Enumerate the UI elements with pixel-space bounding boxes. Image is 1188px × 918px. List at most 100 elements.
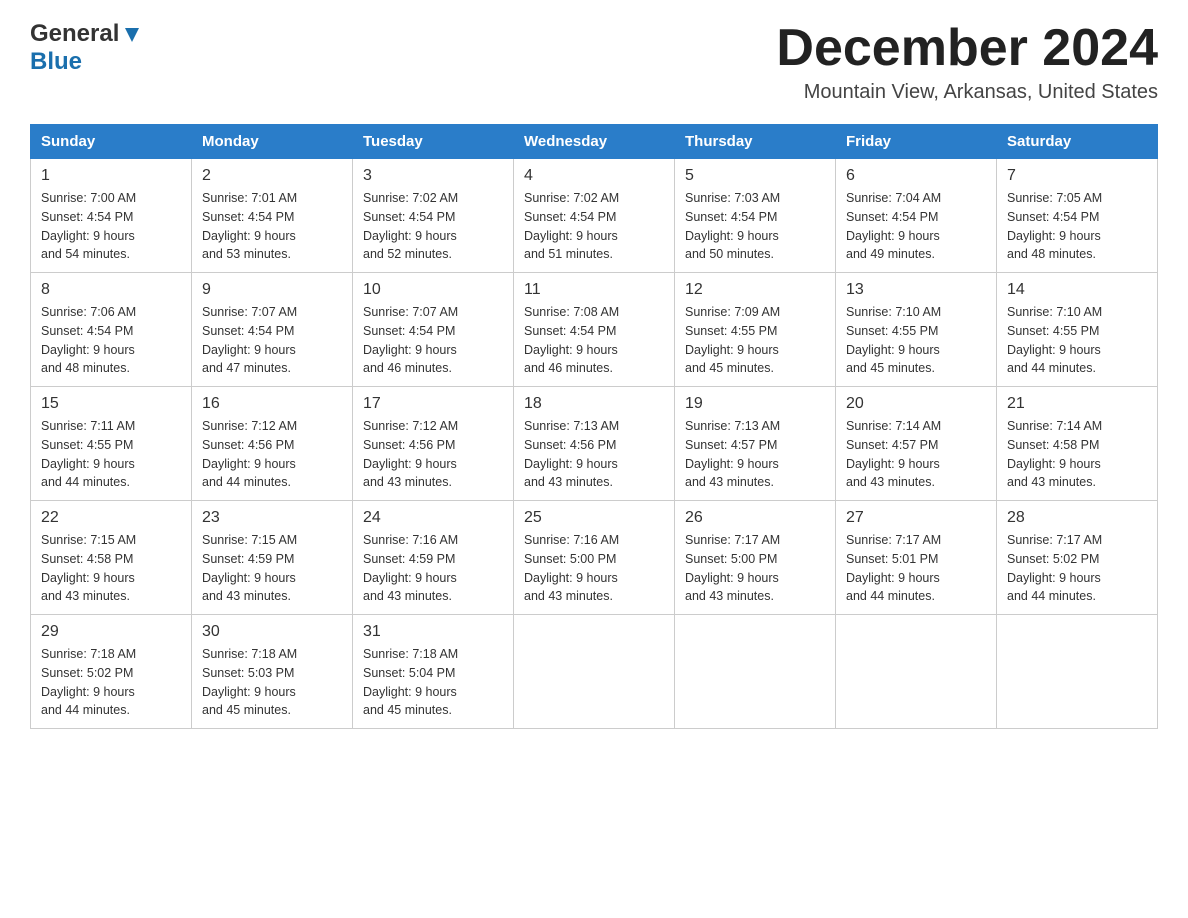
calendar-cell: 24 Sunrise: 7:16 AMSunset: 4:59 PMDayligh… [353,501,514,615]
day-info: Sunrise: 7:10 AMSunset: 4:55 PMDaylight:… [846,303,986,378]
day-number: 25 [524,509,664,527]
calendar-week-row: 22 Sunrise: 7:15 AMSunset: 4:58 PMDayligh… [31,501,1158,615]
day-info: Sunrise: 7:02 AMSunset: 4:54 PMDaylight:… [363,189,503,264]
calendar-cell: 14Sunrise: 7:10 AMSunset: 4:55 PMDayligh… [997,273,1158,387]
day-info: Sunrise: 7:07 AMSunset: 4:54 PMDaylight:… [363,303,503,378]
day-info: Sunrise: 7:18 AMSunset: 5:03 PMDaylight:… [202,645,342,720]
day-number: 20 [846,395,986,413]
calendar-cell: 4Sunrise: 7:02 AMSunset: 4:54 PMDaylight… [514,159,675,273]
day-info: Sunrise: 7:17 AMSunset: 5:00 PMDaylight:… [685,531,825,606]
calendar-table: SundayMondayTuesdayWednesdayThursdayFrid… [30,124,1158,729]
calendar-cell: 22 Sunrise: 7:15 AMSunset: 4:58 PMDayligh… [31,501,192,615]
day-info: Sunrise: 7:06 AMSunset: 4:54 PMDaylight:… [41,303,181,378]
month-title: December 2024 [776,20,1158,77]
day-number: 24 [363,509,503,527]
day-info: Sunrise: 7:03 AMSunset: 4:54 PMDaylight:… [685,189,825,264]
day-of-week-header: Wednesday [514,125,675,159]
day-info: Sunrise: 7:15 AMSunset: 4:58 PMDaylight:… [41,531,181,606]
day-number: 13 [846,281,986,299]
calendar-cell [514,615,675,729]
day-info: Sunrise: 7:18 AMSunset: 5:04 PMDaylight:… [363,645,503,720]
day-of-week-header: Tuesday [353,125,514,159]
day-info: Sunrise: 7:14 AMSunset: 4:57 PMDaylight:… [846,417,986,492]
day-info: Sunrise: 7:16 AMSunset: 4:59 PMDaylight:… [363,531,503,606]
day-number: 15 [41,395,181,413]
day-info: Sunrise: 7:04 AMSunset: 4:54 PMDaylight:… [846,189,986,264]
day-info: Sunrise: 7:01 AMSunset: 4:54 PMDaylight:… [202,189,342,264]
calendar-cell: 29Sunrise: 7:18 AMSunset: 5:02 PMDayligh… [31,615,192,729]
day-number: 2 [202,167,342,185]
calendar-cell: 18 Sunrise: 7:13 AMSunset: 4:56 PMDayligh… [514,387,675,501]
logo-general-text: General [30,20,119,48]
day-info: Sunrise: 7:11 AMSunset: 4:55 PMDaylight:… [41,417,181,492]
day-number: 6 [846,167,986,185]
day-number: 28 [1007,509,1147,527]
day-of-week-header: Thursday [675,125,836,159]
calendar-cell: 1Sunrise: 7:00 AMSunset: 4:54 PMDaylight… [31,159,192,273]
calendar-cell: 31 Sunrise: 7:18 AMSunset: 5:04 PMDayligh… [353,615,514,729]
calendar-week-row: 15 Sunrise: 7:11 AMSunset: 4:55 PMDayligh… [31,387,1158,501]
day-number: 26 [685,509,825,527]
day-number: 11 [524,281,664,299]
day-info: Sunrise: 7:15 AMSunset: 4:59 PMDaylight:… [202,531,342,606]
calendar-cell: 9Sunrise: 7:07 AMSunset: 4:54 PMDaylight… [192,273,353,387]
day-number: 19 [685,395,825,413]
calendar-cell: 26 Sunrise: 7:17 AMSunset: 5:00 PMDayligh… [675,501,836,615]
calendar-cell: 28 Sunrise: 7:17 AMSunset: 5:02 PMDayligh… [997,501,1158,615]
calendar-cell: 19 Sunrise: 7:13 AMSunset: 4:57 PMDayligh… [675,387,836,501]
calendar-cell [997,615,1158,729]
calendar-cell: 30 Sunrise: 7:18 AMSunset: 5:03 PMDayligh… [192,615,353,729]
calendar-cell: 21Sunrise: 7:14 AMSunset: 4:58 PMDayligh… [997,387,1158,501]
page-header: General Blue December 2024 Mountain View… [30,20,1158,104]
day-number: 27 [846,509,986,527]
day-number: 5 [685,167,825,185]
day-number: 23 [202,509,342,527]
day-info: Sunrise: 7:12 AMSunset: 4:56 PMDaylight:… [202,417,342,492]
day-info: Sunrise: 7:16 AMSunset: 5:00 PMDaylight:… [524,531,664,606]
day-number: 18 [524,395,664,413]
calendar-cell: 17Sunrise: 7:12 AMSunset: 4:56 PMDayligh… [353,387,514,501]
day-of-week-header: Saturday [997,125,1158,159]
calendar-header-row: SundayMondayTuesdayWednesdayThursdayFrid… [31,125,1158,159]
day-number: 22 [41,509,181,527]
calendar-cell: 5 Sunrise: 7:03 AMSunset: 4:54 PMDaylight… [675,159,836,273]
calendar-cell: 3Sunrise: 7:02 AMSunset: 4:54 PMDaylight… [353,159,514,273]
day-number: 16 [202,395,342,413]
calendar-cell: 6 Sunrise: 7:04 AMSunset: 4:54 PMDaylight… [836,159,997,273]
day-info: Sunrise: 7:14 AMSunset: 4:58 PMDaylight:… [1007,417,1147,492]
calendar-cell: 13 Sunrise: 7:10 AMSunset: 4:55 PMDayligh… [836,273,997,387]
day-info: Sunrise: 7:13 AMSunset: 4:57 PMDaylight:… [685,417,825,492]
day-info: Sunrise: 7:13 AMSunset: 4:56 PMDaylight:… [524,417,664,492]
calendar-cell: 20 Sunrise: 7:14 AMSunset: 4:57 PMDayligh… [836,387,997,501]
logo-blue-text: Blue [30,48,82,76]
logo: General Blue [30,20,143,76]
logo-arrow-icon [121,24,143,46]
day-number: 10 [363,281,503,299]
calendar-cell [836,615,997,729]
day-info: Sunrise: 7:08 AMSunset: 4:54 PMDaylight:… [524,303,664,378]
day-number: 31 [363,623,503,641]
calendar-cell: 11 Sunrise: 7:08 AMSunset: 4:54 PMDayligh… [514,273,675,387]
day-info: Sunrise: 7:10 AMSunset: 4:55 PMDaylight:… [1007,303,1147,378]
calendar-week-row: 8 Sunrise: 7:06 AMSunset: 4:54 PMDaylight… [31,273,1158,387]
day-number: 29 [41,623,181,641]
day-info: Sunrise: 7:05 AMSunset: 4:54 PMDaylight:… [1007,189,1147,264]
day-info: Sunrise: 7:07 AMSunset: 4:54 PMDaylight:… [202,303,342,378]
calendar-cell: 12 Sunrise: 7:09 AMSunset: 4:55 PMDayligh… [675,273,836,387]
calendar-cell: 23 Sunrise: 7:15 AMSunset: 4:59 PMDayligh… [192,501,353,615]
calendar-cell [675,615,836,729]
calendar-cell: 2 Sunrise: 7:01 AMSunset: 4:54 PMDaylight… [192,159,353,273]
calendar-cell: 25 Sunrise: 7:16 AMSunset: 5:00 PMDayligh… [514,501,675,615]
day-of-week-header: Friday [836,125,997,159]
title-section: December 2024 Mountain View, Arkansas, U… [776,20,1158,104]
day-number: 8 [41,281,181,299]
location-text: Mountain View, Arkansas, United States [776,81,1158,104]
day-info: Sunrise: 7:02 AMSunset: 4:54 PMDaylight:… [524,189,664,264]
day-info: Sunrise: 7:17 AMSunset: 5:02 PMDaylight:… [1007,531,1147,606]
day-number: 7 [1007,167,1147,185]
day-number: 12 [685,281,825,299]
day-number: 30 [202,623,342,641]
day-info: Sunrise: 7:09 AMSunset: 4:55 PMDaylight:… [685,303,825,378]
day-info: Sunrise: 7:17 AMSunset: 5:01 PMDaylight:… [846,531,986,606]
day-number: 1 [41,167,181,185]
